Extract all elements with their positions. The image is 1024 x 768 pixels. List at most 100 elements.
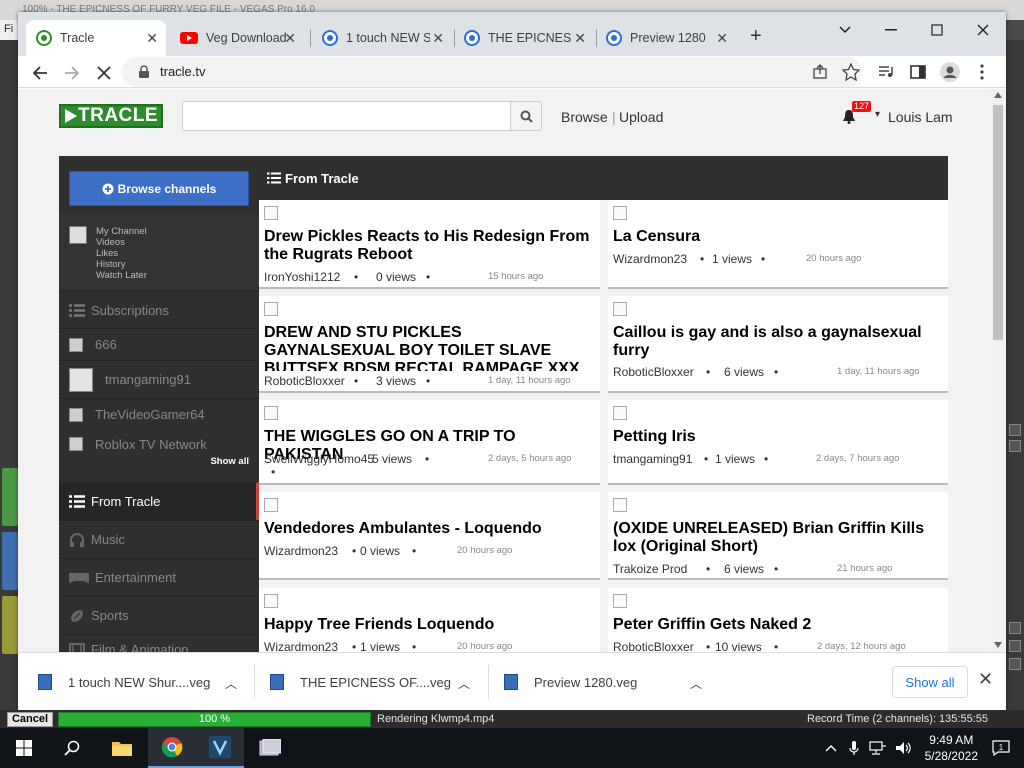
media-control-icon[interactable] [876,62,896,82]
video-thumbnail[interactable] [613,406,627,420]
video-card[interactable]: DREW AND STU PICKLES GAYNALSEXUAL BOY TO… [259,296,600,393]
video-author[interactable]: RoboticBloxxer [613,640,694,652]
video-author[interactable]: SwellWigglyHomo45 [264,452,374,466]
video-title[interactable]: Drew Pickles Reacts to His Redesign From… [264,228,594,264]
video-thumbnail[interactable] [264,594,278,608]
tab-preview-1280[interactable]: Preview 1280 ✕ [596,20,736,56]
sidebar-item-film-animation[interactable]: Film & Animation [59,634,259,652]
sidebar-link-history[interactable]: History [96,259,126,270]
video-thumbnail[interactable] [613,206,627,220]
bookmark-star-icon[interactable] [842,63,860,81]
video-author[interactable]: tmangaming91 [613,452,692,466]
tab-close-icon[interactable]: ✕ [432,30,444,47]
video-thumbnail[interactable] [264,302,278,316]
scroll-up-arrow-icon[interactable] [994,92,1002,98]
video-card[interactable]: Vendedores Ambulantes - Loquendo Wizardm… [259,492,600,580]
taskbar-file-explorer[interactable] [98,728,146,768]
tab-close-icon[interactable]: ✕ [716,30,728,47]
side-panel-icon[interactable] [908,62,928,82]
sidebar-link-watch-later[interactable]: Watch Later [96,270,147,281]
tracle-logo[interactable]: TRACLE [59,104,163,128]
video-title[interactable]: Peter Griffin Gets Naked 2 [613,616,943,634]
address-bar[interactable]: tracle.tv [122,57,862,87]
tab-close-icon[interactable]: ✕ [284,30,296,47]
page-scrollbar[interactable] [990,89,1006,652]
start-button[interactable] [0,728,48,768]
sidebar-item-sports[interactable]: Sports [59,596,259,634]
background-tool-icon[interactable] [1009,440,1021,452]
video-thumbnail[interactable] [613,594,627,608]
tab-the-epicness[interactable]: THE EPICNESS ✕ [454,20,594,56]
my-channel-avatar[interactable] [69,226,87,244]
video-card[interactable]: Happy Tree Friends Loquendo Wizardmon23 … [259,588,600,652]
video-card[interactable]: Petting Iris tmangaming91 • 1 views • 2 … [608,400,948,485]
taskbar-chrome[interactable] [148,728,196,768]
video-author[interactable]: RoboticBloxxer [264,374,345,388]
menu-kebab-icon[interactable] [972,62,992,82]
video-thumbnail[interactable] [264,206,278,220]
minimize-button[interactable] [868,18,914,42]
background-tool-icon[interactable] [1009,424,1021,436]
scrollbar-thumb[interactable] [993,105,1003,340]
search-button[interactable] [510,101,542,131]
sidebar-link-my-channel[interactable]: My Channel [96,226,147,237]
share-icon[interactable] [812,64,828,80]
browse-channels-button[interactable]: Browse channels [69,171,249,206]
video-title[interactable]: (OXIDE UNRELEASED) Brian Griffin Kills l… [613,520,943,556]
back-button[interactable] [28,61,52,85]
chevron-up-icon[interactable]: ︿ [690,675,702,692]
sidebar-item-subscriptions[interactable]: Subscriptions [59,291,259,328]
background-tool-icon[interactable] [1009,640,1021,652]
taskbar-clock[interactable]: 9:49 AM 5/28/2022 [925,732,978,764]
scroll-down-arrow-icon[interactable] [994,642,1002,648]
video-card[interactable]: (OXIDE UNRELEASED) Brian Griffin Kills l… [608,492,948,580]
stop-loading-button[interactable] [92,61,116,85]
tab-1-touch-new[interactable]: 1 touch NEW S ✕ [312,20,452,56]
video-card[interactable]: Drew Pickles Reacts to His Redesign From… [259,200,600,289]
sidebar-item-channel-roblox-tv-network[interactable]: Roblox TV Network [59,430,259,458]
sidebar-item-channel-tmangaming91[interactable]: tmangaming91 [59,360,259,398]
video-title[interactable]: Petting Iris [613,428,943,446]
new-tab-button[interactable]: + [750,25,762,48]
download-item[interactable]: Preview 1280.veg [504,665,637,699]
video-thumbnail[interactable] [264,406,278,420]
background-track-3[interactable] [2,596,18,654]
sidebar-item-from-tracle[interactable]: From Tracle [59,482,259,520]
taskbar-search-button[interactable] [48,728,96,768]
sidebar-item-music[interactable]: Music [59,520,259,558]
video-card[interactable]: Peter Griffin Gets Naked 2 RoboticBloxxe… [608,588,948,652]
video-title[interactable]: La Censura [613,228,943,246]
microphone-icon[interactable] [849,740,859,756]
close-window-button[interactable] [960,18,1006,42]
tab-search-icon[interactable] [822,18,868,42]
video-thumbnail[interactable] [264,498,278,512]
video-title[interactable]: Vendedores Ambulantes - Loquendo [264,520,594,538]
nav-browse-link[interactable]: Browse [561,109,608,125]
video-title[interactable]: Happy Tree Friends Loquendo [264,616,594,634]
user-menu[interactable]: Louis Lam [888,109,953,125]
taskbar-app[interactable] [246,728,294,768]
sidebar-link-videos[interactable]: Videos [96,237,125,248]
notification-center-icon[interactable]: 1 [992,740,1010,756]
cancel-render-button[interactable]: Cancel [7,712,53,727]
video-title[interactable]: Caillou is gay and is also a gaynalsexua… [613,324,943,360]
video-author[interactable]: Wizardmon23 [264,640,338,652]
background-menu-file[interactable]: Fi [0,20,18,40]
tab-veg-download[interactable]: Veg Download ✕ [170,20,304,56]
tab-close-icon[interactable]: ✕ [574,30,586,47]
background-track-1[interactable] [2,468,18,526]
video-title[interactable]: DREW AND STU PICKLES GAYNALSEXUAL BOY TO… [264,324,594,371]
profile-avatar-icon[interactable] [940,62,960,82]
tab-close-icon[interactable]: ✕ [146,30,158,47]
video-author[interactable]: IronYoshi1212 [264,270,340,284]
download-item[interactable]: 1 touch NEW Shur....veg [38,665,210,699]
video-card[interactable]: Caillou is gay and is also a gaynalsexua… [608,296,948,393]
sidebar-link-likes[interactable]: Likes [96,248,118,259]
tab-tracle[interactable]: Tracle ✕ [26,20,166,56]
video-author[interactable]: RoboticBloxxer [613,365,694,379]
maximize-button[interactable] [914,18,960,42]
video-thumbnail[interactable] [613,498,627,512]
video-author[interactable]: Trakoize Prod [613,562,687,576]
sidebar-item-channel-thevideogamer64[interactable]: TheVideoGamer64 [59,398,259,430]
background-tool-icon[interactable] [1009,622,1021,634]
